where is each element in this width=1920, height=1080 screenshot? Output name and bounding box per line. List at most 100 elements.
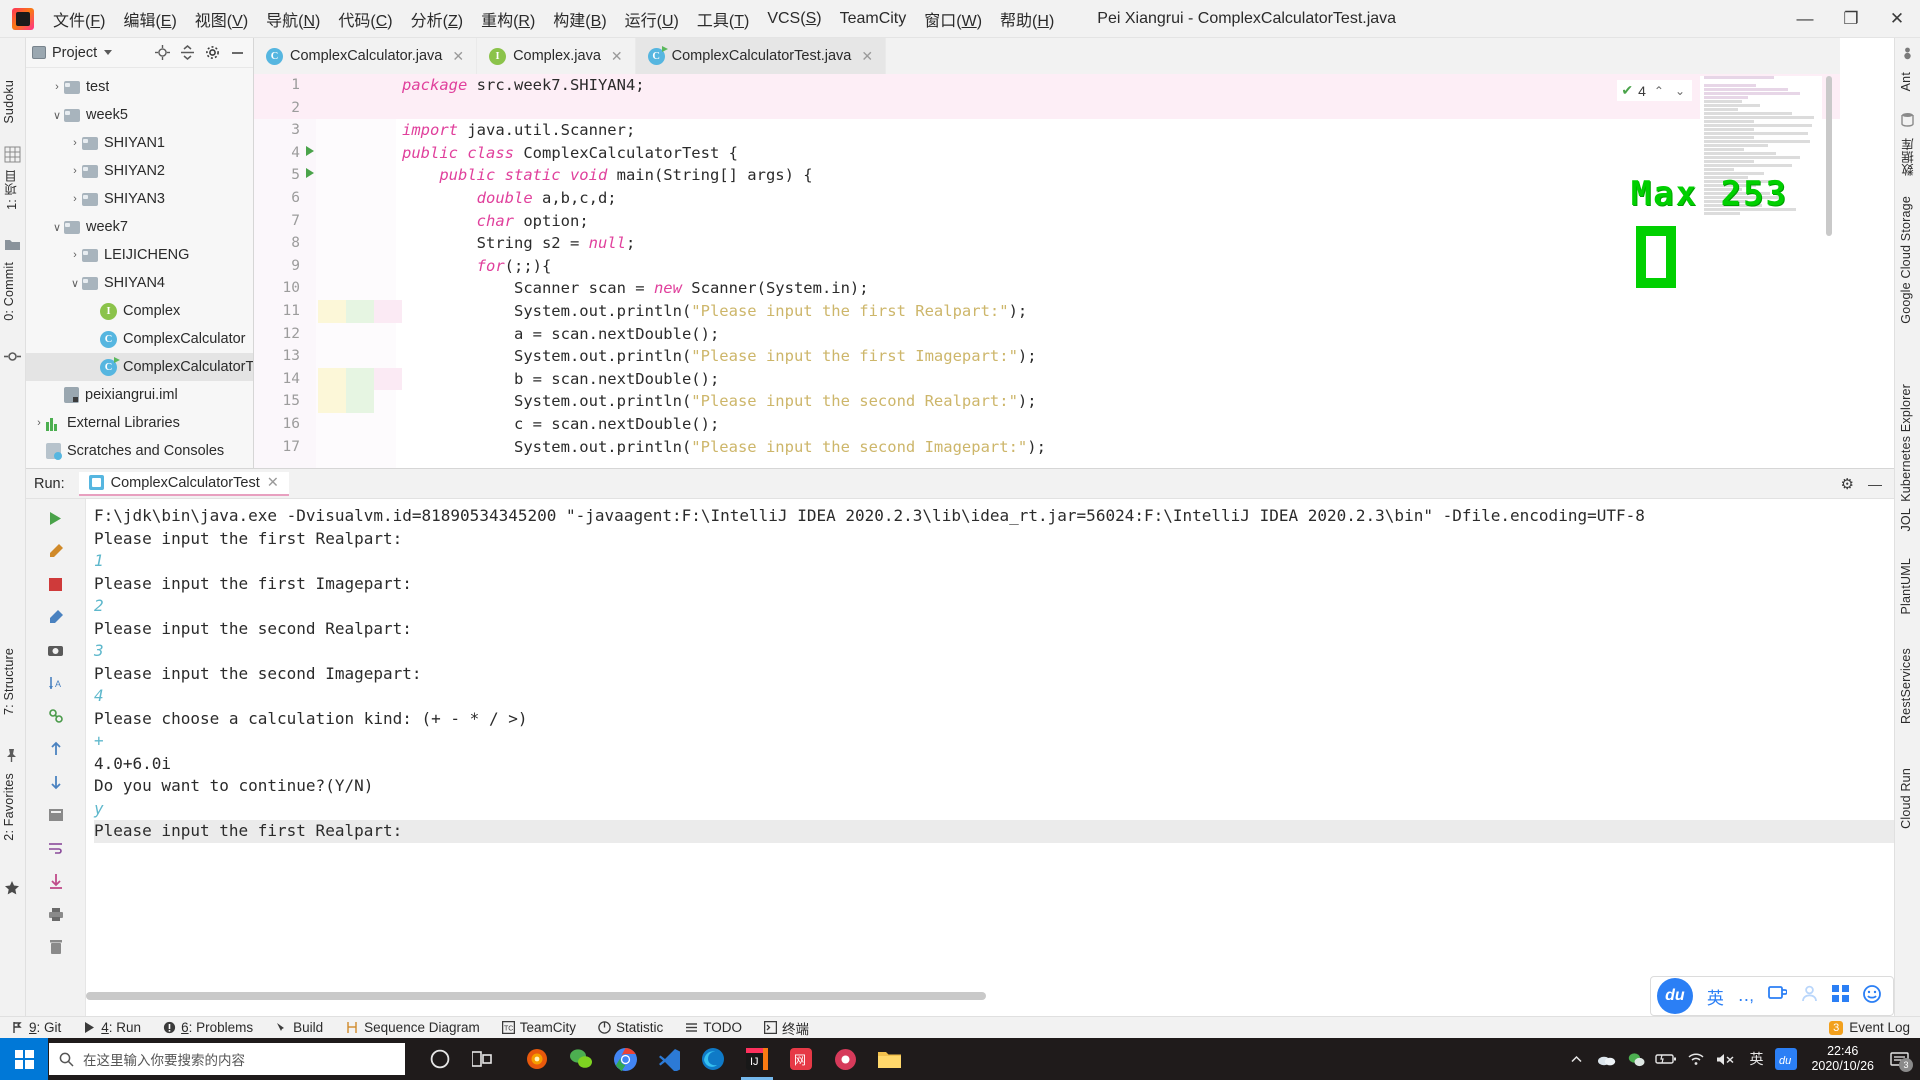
baidu-logo-icon[interactable]: du (1656, 978, 1693, 1014)
tree-node[interactable]: ∨ week5 (26, 101, 253, 129)
close-button[interactable]: ✕ (1874, 0, 1920, 38)
code-line[interactable]: 1 package src.week7.SHIYAN4; (254, 74, 1840, 97)
notifications-button[interactable]: 3 (1884, 1038, 1914, 1080)
inspection-next-icon[interactable]: ⌄ (1672, 84, 1688, 98)
status-sequence-diagram[interactable]: Sequence Diagram (334, 1020, 491, 1035)
menu-item-9[interactable]: 运行(U) (616, 3, 688, 35)
code-line[interactable]: 13 System.out.println("Please input the … (254, 345, 1840, 368)
console-output[interactable]: F:\jdk\bin\java.exe -Dvisualvm.id=818905… (86, 499, 1894, 990)
close-tab-icon[interactable]: ✕ (452, 48, 464, 65)
locate-icon[interactable] (155, 45, 170, 60)
chevron-right-icon[interactable]: › (32, 417, 46, 429)
tool-tab-project[interactable]: 1: 项目 (2, 170, 21, 210)
explorer-icon[interactable] (867, 1038, 911, 1080)
menu-item-13[interactable]: 窗口(W) (915, 3, 991, 35)
apps-icon[interactable] (1832, 985, 1849, 1007)
camera-icon[interactable] (45, 639, 67, 661)
menu-item-10[interactable]: 工具(T) (688, 3, 758, 35)
trace-icon[interactable] (45, 606, 67, 628)
status-git[interactable]: 9: Git (0, 1020, 72, 1035)
tool-tab-cloudrun[interactable]: Cloud Run (1899, 768, 1913, 829)
project-tree[interactable]: › test ∨ week5 › SHIYAN1 › SHIYAN2 › SHIYAN3 ∨ week… (26, 68, 253, 465)
tool-tab-ant[interactable]: Ant (1899, 72, 1913, 91)
minimize-button[interactable]: — (1782, 0, 1828, 38)
ime-en-icon[interactable]: 英 (1741, 1038, 1771, 1080)
rerun-icon[interactable] (45, 507, 67, 529)
ime-mode-label[interactable]: 英 (1707, 984, 1724, 1009)
status-build[interactable]: Build (264, 1020, 334, 1035)
code-line[interactable]: 14 b = scan.nextDouble(); (254, 367, 1840, 391)
inspection-prev-icon[interactable]: ⌃ (1651, 84, 1667, 98)
run-gutter-icon[interactable] (306, 168, 314, 179)
menu-item-8[interactable]: 构建(B) (544, 3, 615, 35)
menu-item-14[interactable]: 帮助(H) (991, 3, 1063, 35)
gear-icon[interactable] (205, 45, 220, 60)
maximize-button[interactable]: ❐ (1828, 0, 1874, 38)
code-line[interactable]: 16 c = scan.nextDouble(); (254, 413, 1840, 436)
close-tab-icon[interactable]: ✕ (861, 48, 873, 65)
emoji-icon[interactable] (1863, 984, 1881, 1008)
tool-tab-restservices[interactable]: RestServices (1899, 648, 1913, 724)
tool-tab-structure[interactable]: 7: Structure (2, 648, 16, 715)
code-line[interactable]: 15 System.out.println("Please input the … (254, 390, 1840, 413)
tool-tab-gcs[interactable]: Google Cloud Storage (1899, 196, 1913, 324)
code-line[interactable]: 4 public class ComplexCalculatorTest { (254, 142, 1840, 165)
console-horizontal-scrollbar[interactable] (86, 992, 986, 1000)
soft-wrap-icon[interactable] (45, 837, 67, 859)
chevron-down-icon[interactable]: ∨ (50, 221, 64, 234)
tree-node[interactable]: › SHIYAN3 (26, 185, 253, 213)
run-gutter-icon[interactable] (306, 145, 314, 156)
keyboard-icon[interactable] (1768, 985, 1788, 1007)
tree-node[interactable]: › SHIYAN2 (26, 157, 253, 185)
user-icon[interactable] (1801, 985, 1818, 1007)
tree-node[interactable]: ∨ SHIYAN4 (26, 269, 253, 297)
sort-icon[interactable]: A (45, 672, 67, 694)
tree-node[interactable]: ∨ week7 (26, 213, 253, 241)
battery-icon[interactable] (1651, 1038, 1681, 1080)
code-line[interactable]: 10 Scanner scan = new Scanner(System.in)… (254, 277, 1840, 300)
tool-tab-plantuml[interactable]: PlantUML (1899, 558, 1913, 614)
code-line[interactable]: 6 double a,b,c,d; (254, 187, 1840, 210)
tree-node[interactable]: › SHIYAN1 (26, 129, 253, 157)
tree-node[interactable]: Scratches and Consoles (26, 437, 253, 465)
status-teamcity[interactable]: TC TeamCity (491, 1020, 587, 1035)
edit-config-icon[interactable] (45, 540, 67, 562)
collapse-all-icon[interactable] (180, 45, 195, 60)
code-line[interactable]: 12 a = scan.nextDouble(); (254, 323, 1840, 346)
chevron-down-icon[interactable]: ∨ (68, 277, 82, 290)
tool-tab-sudoku[interactable]: Sudoku (2, 80, 16, 124)
code-line[interactable]: 9 for(;;){ (254, 255, 1840, 278)
volume-muted-icon[interactable] (1711, 1038, 1741, 1080)
status-terminal[interactable]: 终端 (753, 1018, 820, 1038)
code-lines[interactable]: 1 package src.week7.SHIYAN4; 2 3 import java… (254, 74, 1840, 468)
taskbar-clock[interactable]: 22:46 2020/10/26 (1801, 1044, 1884, 1074)
tree-node[interactable]: › test (26, 73, 253, 101)
edge-icon[interactable] (691, 1038, 735, 1080)
tree-node[interactable]: peixiangrui.iml (26, 381, 253, 409)
menu-item-5[interactable]: 代码(C) (329, 3, 401, 35)
wechat-tray-icon[interactable] (1621, 1038, 1651, 1080)
code-line[interactable]: 11 System.out.println("Please input the … (254, 299, 1840, 323)
chevron-right-icon[interactable]: › (68, 249, 82, 261)
tree-node[interactable]: C ComplexCalculator (26, 325, 253, 353)
chevron-down-icon[interactable]: ∨ (50, 109, 64, 122)
code-editor[interactable]: 1 package src.week7.SHIYAN4; 2 3 import java… (254, 74, 1840, 468)
chevron-right-icon[interactable]: › (50, 81, 64, 93)
status-statistic[interactable]: Statistic (587, 1020, 674, 1035)
ime-punctuation-icon[interactable]: ‥, (1738, 986, 1754, 1006)
close-tab-icon[interactable]: ✕ (611, 48, 623, 65)
menu-item-6[interactable]: 分析(Z) (402, 3, 472, 35)
gear-icon[interactable]: ⚙ (1841, 475, 1854, 493)
chevron-right-icon[interactable]: › (68, 193, 82, 205)
vscode-icon[interactable] (647, 1038, 691, 1080)
editor-tab-bar[interactable]: C ComplexCalculator.java ✕ I Complex.java ✕ C C… (254, 38, 1840, 74)
up-arrow-icon[interactable] (45, 738, 67, 760)
hide-panel-icon[interactable]: — (1868, 476, 1882, 492)
down-arrow-icon[interactable] (45, 771, 67, 793)
code-line[interactable]: 3 import java.util.Scanner; (254, 119, 1840, 142)
start-button[interactable] (0, 1038, 48, 1080)
taskbar-search-input[interactable]: 在这里输入你要搜索的内容 (49, 1043, 405, 1075)
status-todo[interactable]: TODO (674, 1020, 753, 1035)
console-wrap-icon[interactable] (45, 804, 67, 826)
onedrive-icon[interactable] (1591, 1038, 1621, 1080)
